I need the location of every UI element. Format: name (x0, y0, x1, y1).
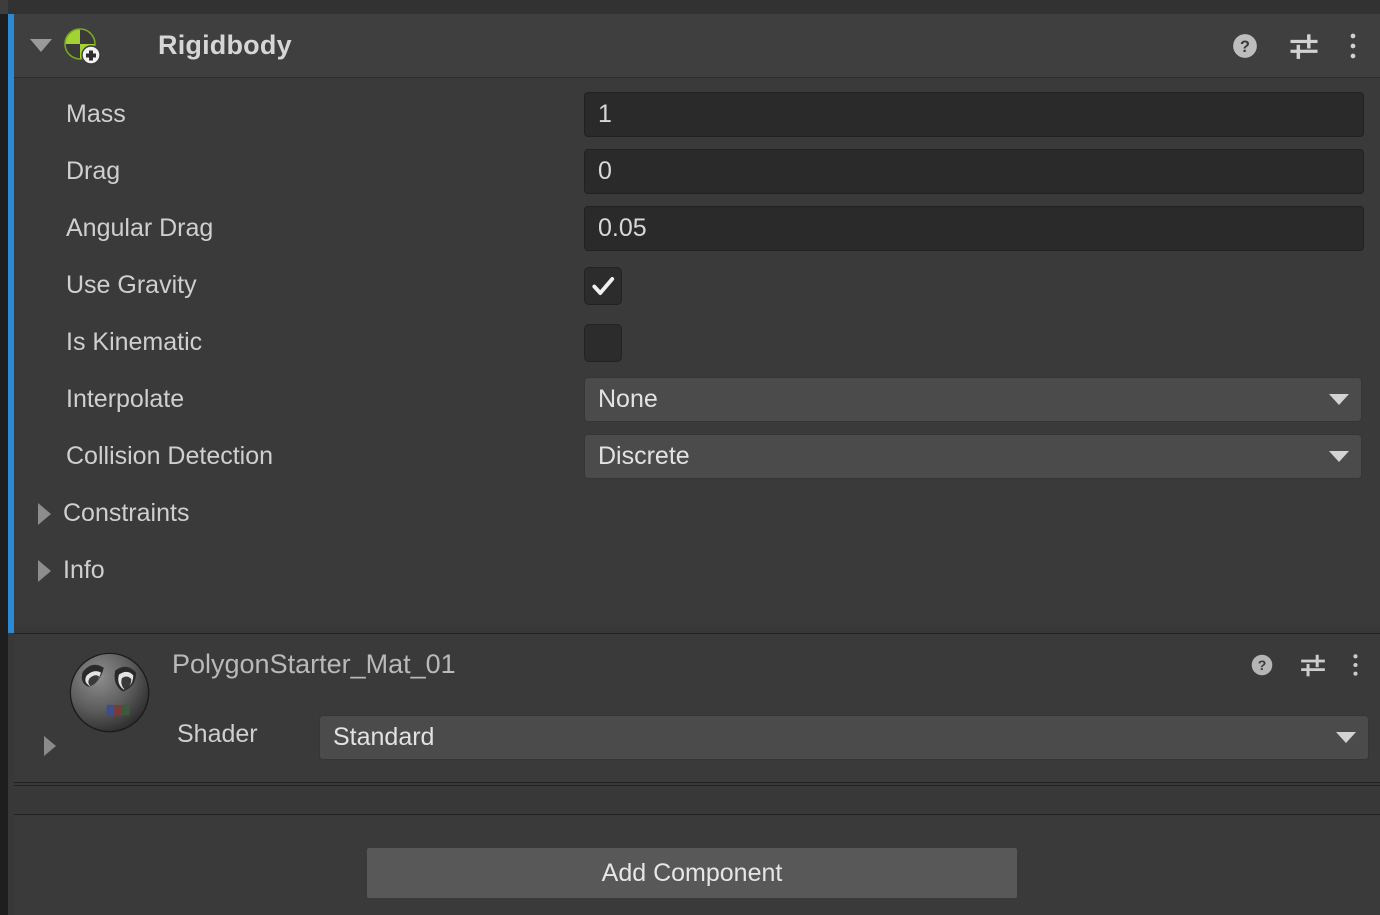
help-icon[interactable]: ? (1230, 31, 1260, 61)
property-label: Use Gravity (66, 271, 197, 299)
chevron-down-icon (1336, 732, 1356, 743)
svg-text:?: ? (1240, 37, 1250, 55)
property-rows: Mass 1 Drag 0 Angular Drag 0.05 Use Grav… (14, 78, 1380, 599)
material-preview-icon (69, 652, 150, 733)
property-label: Angular Drag (66, 214, 214, 242)
property-row-is-kinematic: Is Kinematic (14, 314, 1380, 371)
shader-dropdown[interactable]: Standard (319, 715, 1369, 760)
left-gutter-top (0, 0, 8, 14)
use-gravity-checkbox[interactable] (584, 266, 622, 305)
interpolate-dropdown[interactable]: None (584, 377, 1362, 422)
property-label: Collision Detection (66, 442, 274, 470)
property-row-angular-drag: Angular Drag 0.05 (14, 200, 1380, 257)
material-name: PolygonStarter_Mat_01 (172, 649, 456, 679)
selection-indicator-bar-lower (8, 625, 14, 633)
dropdown-value: None (598, 385, 658, 413)
property-label: Drag (66, 157, 121, 185)
property-row-mass: Mass 1 (14, 86, 1380, 143)
foldout-constraints[interactable]: Constraints (14, 485, 1380, 542)
panel-spacer (14, 785, 1380, 815)
property-label: Interpolate (66, 385, 185, 413)
material-header-icons: ? (1249, 652, 1360, 678)
preset-icon[interactable] (1299, 652, 1327, 678)
property-row-interpolate: Interpolate None (14, 371, 1380, 428)
chevron-down-icon (1329, 394, 1349, 405)
property-row-collision-detection: Collision Detection Discrete (14, 428, 1380, 485)
help-icon[interactable]: ? (1249, 652, 1275, 678)
collision-detection-dropdown[interactable]: Discrete (584, 434, 1362, 479)
more-menu-icon[interactable] (1351, 652, 1360, 678)
dropdown-value: Standard (333, 723, 435, 751)
chevron-right-icon (38, 502, 51, 525)
property-row-drag: Drag 0 (14, 143, 1380, 200)
check-icon (592, 276, 615, 295)
rigidbody-icon (64, 27, 101, 65)
add-component-button[interactable]: Add Component (366, 847, 1018, 899)
chevron-right-icon (38, 559, 51, 582)
preset-icon[interactable] (1288, 31, 1320, 61)
drag-input[interactable]: 0 (584, 149, 1364, 194)
component-header-icons: ? (1230, 31, 1358, 61)
material-component: PolygonStarter_Mat_01 ? Shader Standard (14, 633, 1380, 783)
panel-top-strip (8, 0, 1380, 14)
property-label: Mass (66, 100, 126, 128)
chevron-down-icon[interactable] (30, 39, 52, 52)
add-component-area: Add Component (14, 816, 1380, 915)
rigidbody-component: Rigidbody ? Mass 1 Drag 0 Angular Drag 0… (14, 14, 1380, 625)
dropdown-value: Discrete (598, 442, 690, 470)
inspector-panel: Rigidbody ? Mass 1 Drag 0 Angular Drag 0… (0, 0, 1380, 915)
property-row-use-gravity: Use Gravity (14, 257, 1380, 314)
shader-label: Shader (177, 720, 258, 748)
property-label: Is Kinematic (66, 328, 203, 356)
component-header[interactable]: Rigidbody ? (14, 14, 1380, 78)
foldout-label: Constraints (63, 499, 190, 527)
is-kinematic-checkbox[interactable] (584, 323, 622, 362)
mass-input[interactable]: 1 (584, 92, 1364, 137)
component-title: Rigidbody (158, 30, 292, 60)
foldout-label: Info (63, 556, 105, 584)
svg-text:?: ? (1258, 657, 1267, 673)
angular-drag-input[interactable]: 0.05 (584, 206, 1364, 251)
left-gutter (0, 0, 8, 915)
material-foldout-chevron-right-icon[interactable] (44, 736, 56, 756)
chevron-down-icon (1329, 451, 1349, 462)
foldout-info[interactable]: Info (14, 542, 1380, 599)
more-menu-icon[interactable] (1348, 31, 1358, 61)
